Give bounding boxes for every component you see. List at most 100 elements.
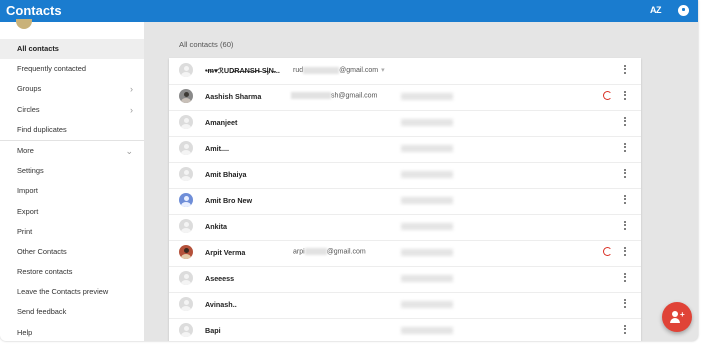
contact-name: Aashish Sharma	[205, 92, 262, 101]
contact-row[interactable]: Bapi	[169, 318, 641, 341]
sidebar: All contacts Frequently contacted Groups › C…	[0, 19, 144, 341]
contact-name: Ankita	[205, 222, 227, 231]
more-vert-icon[interactable]	[622, 271, 628, 285]
more-vert-icon[interactable]	[622, 245, 628, 259]
google-plus-circles-icon[interactable]	[603, 91, 612, 100]
redacted-text	[304, 248, 327, 255]
hangouts-icon[interactable]	[678, 5, 689, 16]
redacted-text	[291, 92, 331, 99]
contact-row[interactable]: Amit....	[169, 136, 641, 163]
sidebar-item-other-contacts[interactable]: Other Contacts	[0, 242, 144, 262]
more-vert-icon[interactable]	[622, 89, 628, 103]
contact-row[interactable]: Amit Bhaiya	[169, 162, 641, 189]
sidebar-item-find-duplicates[interactable]: Find duplicates	[0, 120, 144, 140]
sidebar-item-send-feedback[interactable]: Send feedback	[0, 302, 144, 322]
app-window: Contacts AZ All contacts Frequently conta…	[0, 0, 698, 341]
avatar[interactable]	[179, 63, 193, 77]
sidebar-item-frequently-contacted[interactable]: Frequently contacted	[0, 59, 144, 79]
sidebar-item-import[interactable]: Import	[0, 181, 144, 201]
contact-email: rud @gmail.com ▾	[293, 66, 385, 74]
redacted-phone	[401, 327, 453, 334]
avatar[interactable]	[179, 297, 193, 311]
more-vert-icon[interactable]	[622, 323, 628, 337]
sidebar-item-leave-the-contacts-preview[interactable]: Leave the Contacts preview	[0, 282, 144, 302]
contacts-heading: All contacts (60)	[179, 40, 234, 49]
avatar[interactable]	[179, 141, 193, 155]
sidebar-item-label: Settings	[17, 166, 44, 176]
top-app-bar: Contacts AZ	[0, 0, 698, 22]
sidebar-item-label: Leave the Contacts preview	[17, 287, 109, 297]
sidebar-item-all-contacts[interactable]: All contacts	[0, 39, 144, 60]
contact-name: Aseeess	[205, 274, 235, 283]
more-vert-icon[interactable]	[622, 63, 628, 77]
redacted-phone	[401, 119, 453, 126]
sidebar-item-label: Import	[17, 186, 38, 196]
redacted-phone	[401, 301, 453, 308]
sidebar-item-label: Groups	[17, 84, 42, 94]
sidebar-item-circles[interactable]: Circles ›	[0, 100, 144, 120]
sidebar-item-label: Circles	[17, 104, 40, 114]
contact-email: arpi @gmail.com	[293, 248, 366, 255]
contacts-list: •ᵯ♥ℛUD̶R̶A̶N̶S̶H̶ S̶ᶅN̶... rud @gmail.com ▾…	[169, 58, 641, 341]
sidebar-item-settings[interactable]: Settings	[0, 161, 144, 181]
contact-row[interactable]: Aashish Sharma sh@gmail.com	[169, 84, 641, 111]
sidebar-item-label: Find duplicates	[17, 124, 67, 134]
add-contact-button[interactable]: +	[662, 302, 692, 332]
sidebar-item-restore-contacts[interactable]: Restore contacts	[0, 262, 144, 282]
more-vert-icon[interactable]	[622, 297, 628, 311]
sidebar-item-help[interactable]: Help	[0, 323, 144, 341]
contact-name: Arpit Verma	[205, 248, 246, 257]
chevron-down-icon: ⌄	[125, 145, 133, 156]
dropdown-caret-icon[interactable]: ▾	[381, 67, 385, 74]
sidebar-item-label: Other Contacts	[17, 246, 67, 256]
contact-name: Amit....	[205, 144, 229, 153]
email-prefix: rud	[293, 67, 304, 74]
sidebar-item-print[interactable]: Print	[0, 222, 144, 242]
sidebar-item-more[interactable]: More ⌄	[0, 139, 144, 161]
avatar[interactable]	[179, 193, 193, 207]
contact-email: sh@gmail.com	[291, 92, 377, 99]
more-vert-icon[interactable]	[622, 219, 628, 233]
avatar[interactable]	[179, 219, 193, 233]
contact-row[interactable]: Amanjeet	[169, 110, 641, 137]
app-title: Contacts	[6, 3, 62, 18]
more-vert-icon[interactable]	[622, 141, 628, 155]
contact-name: Amanjeet	[205, 118, 238, 127]
contact-row[interactable]: Ankita	[169, 214, 641, 241]
contact-name: Amit Bhaiya	[205, 170, 247, 179]
sidebar-item-label: Help	[17, 327, 33, 337]
chevron-right-icon: ›	[130, 84, 133, 95]
contact-row[interactable]: Arpit Verma arpi @gmail.com	[169, 240, 641, 267]
contact-name: Amit Bro New	[205, 196, 253, 205]
email-prefix: arpi	[293, 248, 305, 256]
profile-avatar[interactable]	[16, 19, 32, 29]
more-vert-icon[interactable]	[622, 193, 628, 207]
contact-row[interactable]: Avinash..	[169, 292, 641, 319]
email-domain: @gmail.com	[339, 67, 379, 74]
more-vert-icon[interactable]	[622, 167, 628, 181]
sidebar-item-label: Frequently contacted	[17, 64, 87, 74]
sidebar-nav: All contacts Frequently contacted Groups › C…	[0, 39, 144, 341]
redacted-phone	[401, 145, 453, 152]
add-person-icon	[672, 311, 678, 317]
contact-row[interactable]: Amit Bro New	[169, 188, 641, 215]
contact-row[interactable]: •ᵯ♥ℛUD̶R̶A̶N̶S̶H̶ S̶ᶅN̶... rud @gmail.com ▾	[169, 58, 641, 85]
sort-az-icon[interactable]: AZ	[650, 5, 662, 15]
avatar[interactable]	[179, 323, 193, 337]
avatar[interactable]	[179, 115, 193, 129]
redacted-phone	[401, 275, 453, 282]
contact-name: •ᵯ♥ℛUD̶R̶A̶N̶S̶H̶ S̶ᶅN̶...	[205, 66, 280, 75]
redacted-text	[303, 66, 340, 74]
avatar[interactable]	[179, 271, 193, 285]
sidebar-item-export[interactable]: Export	[0, 202, 144, 222]
avatar[interactable]	[179, 89, 193, 103]
avatar[interactable]	[179, 167, 193, 181]
more-vert-icon[interactable]	[622, 115, 628, 129]
sidebar-item-label: All contacts	[17, 44, 59, 53]
google-plus-circles-icon[interactable]	[603, 247, 612, 256]
sidebar-item-groups[interactable]: Groups ›	[0, 79, 144, 99]
avatar[interactable]	[179, 245, 193, 259]
contact-row[interactable]: Aseeess	[169, 266, 641, 293]
redacted-phone	[401, 93, 453, 100]
redacted-phone	[401, 171, 453, 178]
